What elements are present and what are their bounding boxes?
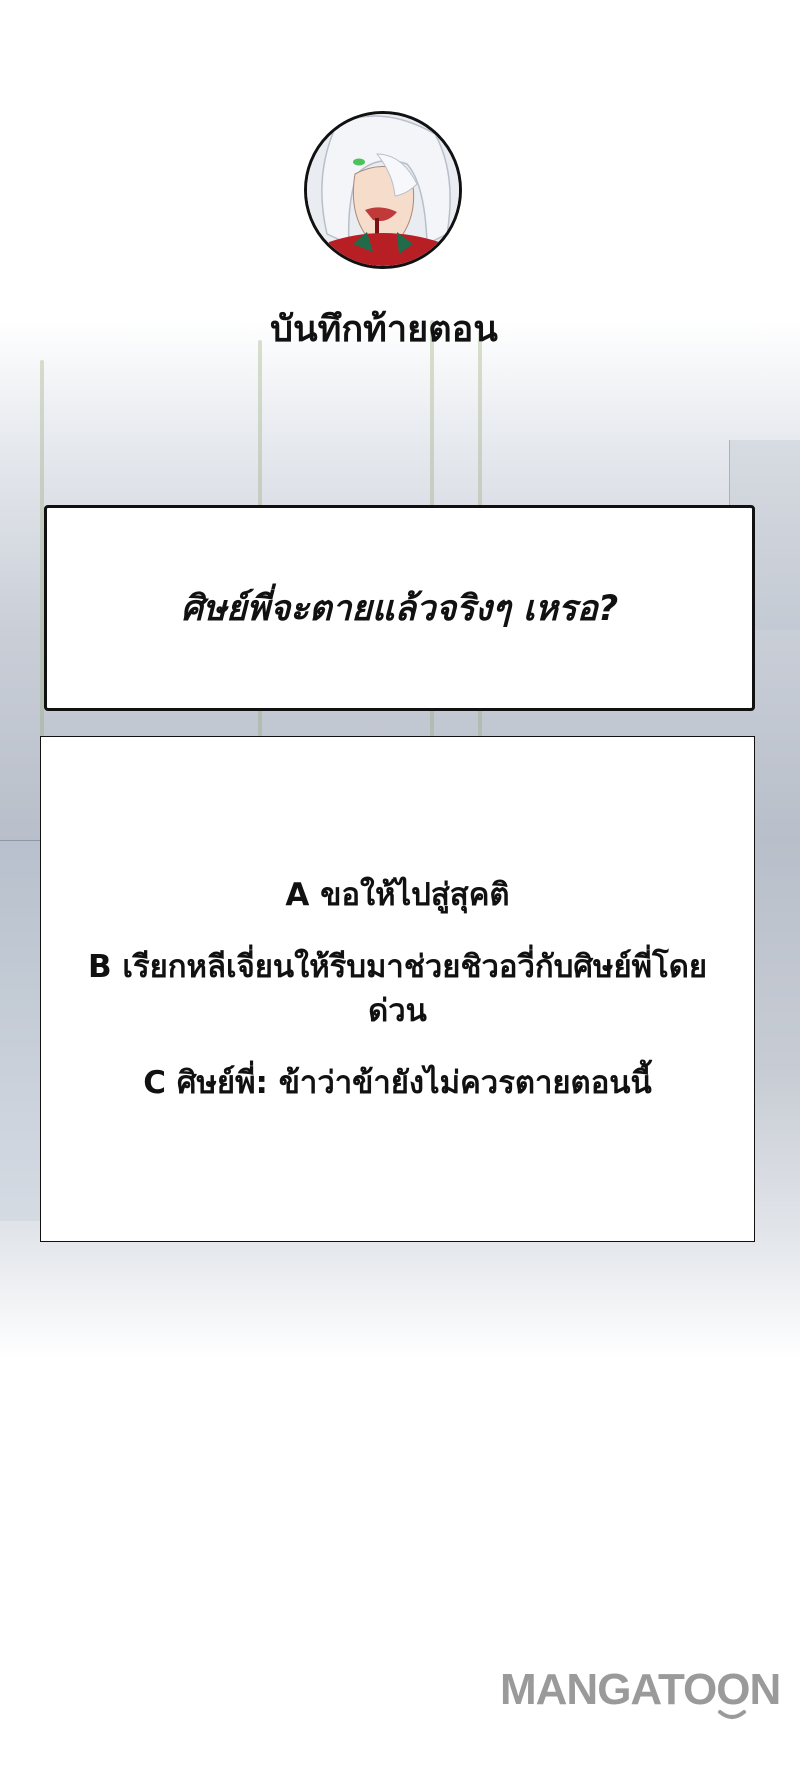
question-text: ศิษย์พี่จะตายแล้วจริงๆ เหรอ? — [180, 588, 619, 629]
mangatoon-logo-text: MANGATOON — [500, 1665, 780, 1714]
character-avatar — [304, 111, 462, 269]
option-c[interactable]: C ศิษย์พี่: ข้าว่าข้ายังไม่ควรตายตอนนี้ — [88, 1061, 708, 1105]
option-b[interactable]: B เรียกหลีเจี่ยนให้รีบมาช่วยชิวอวี่กับศิ… — [88, 945, 708, 1033]
mangatoon-logo: MANGATOON — [500, 1660, 800, 1730]
options-box: A ขอให้ไปสู่สุคติ B เรียกหลีเจี่ยนให้รีบ… — [40, 736, 755, 1242]
option-a[interactable]: A ขอให้ไปสู่สุคติ — [88, 873, 708, 917]
page-title: บันทึกท้ายตอน — [270, 309, 498, 350]
question-box: ศิษย์พี่จะตายแล้วจริงๆ เหรอ? — [44, 505, 755, 711]
character-portrait-icon — [307, 114, 459, 266]
